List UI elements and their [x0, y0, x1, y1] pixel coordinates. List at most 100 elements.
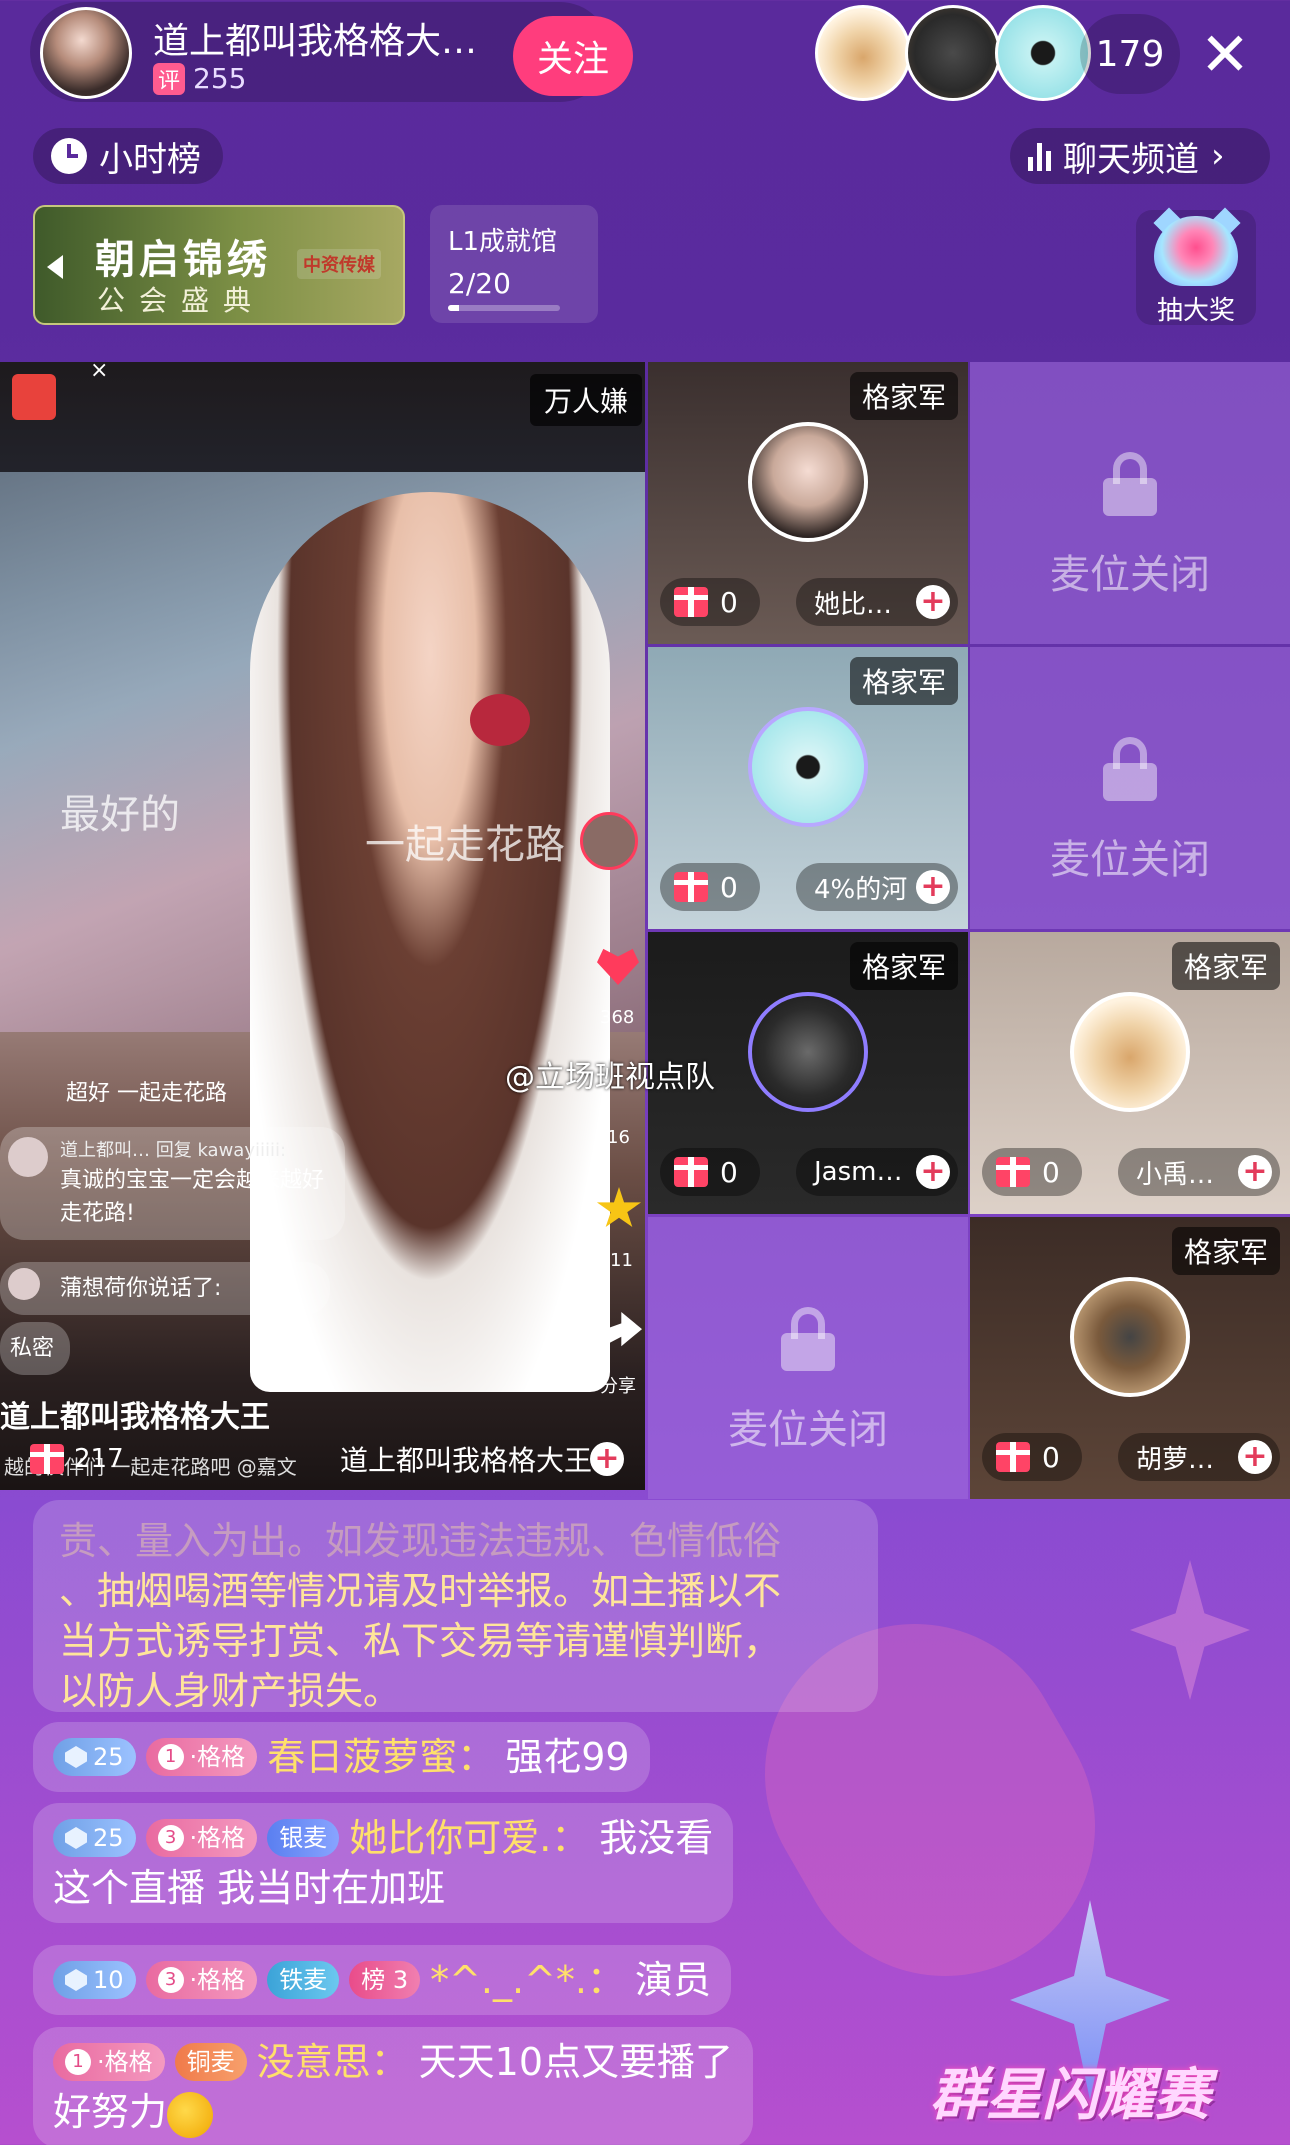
hour-rank-button[interactable]: 小时榜 — [33, 128, 223, 184]
share-label: 分享 — [600, 1376, 636, 1397]
add-icon[interactable]: + — [1238, 1440, 1272, 1474]
level-badge[interactable]: 25 — [53, 1819, 136, 1857]
avatar[interactable] — [1070, 992, 1190, 1112]
seat-user[interactable]: 4%的河 + — [796, 863, 958, 911]
close-icon[interactable]: × — [90, 362, 108, 383]
seat-closed-label: 麦位关闭 — [728, 1407, 888, 1453]
video-chat-line: 超好 一起走花路 — [66, 1081, 227, 1106]
mic-seat-closed[interactable]: 麦位关闭 — [970, 362, 1290, 644]
avatar[interactable] — [815, 5, 911, 101]
level-badge[interactable]: 10 — [53, 1961, 136, 1999]
event-logo[interactable]: 群星闪耀赛 — [930, 2050, 1210, 2131]
chat-message[interactable]: 25 1 ·格格 春日菠萝蜜： 强花99 — [33, 1722, 650, 1792]
lottery-label: 抽大奖 — [1156, 296, 1235, 326]
chat-channel-button[interactable]: 聊天频道 › — [1010, 128, 1270, 184]
notice-line: 、抽烟喝酒等情况请及时举报。如主播以不 — [59, 1569, 782, 1613]
host-video[interactable]: × 万人嫌 最好的 一起走花路 368 16 11 分享 超好 一起走花路 道上… — [0, 362, 645, 1490]
seat-gift-count[interactable]: 0 — [982, 1148, 1082, 1196]
seat-user-name: Jasm… — [814, 1157, 903, 1187]
chat-username[interactable]: 春日菠萝蜜： — [267, 1732, 495, 1782]
red-envelope-icon[interactable] — [12, 374, 56, 420]
lock-icon — [1103, 452, 1157, 516]
mic-badge[interactable]: 银麦 — [267, 1819, 340, 1857]
mic-badge-label: 银麦 — [279, 1824, 328, 1852]
seat-gift-count[interactable]: 0 — [660, 863, 760, 911]
add-icon[interactable]: + — [916, 1155, 950, 1189]
clock-icon — [51, 138, 87, 174]
avatar — [8, 1268, 40, 1300]
seat-user[interactable]: Jasm… + — [796, 1148, 958, 1196]
mic-seat[interactable]: 格家军 0 胡萝… + — [970, 1217, 1290, 1499]
seat-user[interactable]: 她比… + — [796, 578, 958, 626]
rank-badge[interactable]: 榜 3 — [349, 1961, 421, 1999]
seat-gift-count[interactable]: 0 — [660, 578, 760, 626]
gem-icon — [65, 1969, 87, 1991]
chat-username[interactable]: 她比你可爱.： — [349, 1813, 589, 1863]
add-icon[interactable]: + — [1238, 1155, 1272, 1189]
seat-user[interactable]: 小禹… + — [1118, 1148, 1280, 1196]
avatar[interactable] — [1070, 1277, 1190, 1397]
gift-icon — [674, 872, 708, 902]
avatar[interactable] — [905, 5, 1001, 101]
video-chat-bubble: 私密 — [0, 1322, 71, 1375]
gift-icon — [996, 1442, 1030, 1472]
gift-value: 0 — [1042, 1155, 1060, 1189]
host-name: 道上都叫我格格大… — [153, 21, 478, 62]
video-chat-bubble: 道上都叫… 回复 kawayiiiii: 真诚的宝宝一定会越来越好 走花路! — [0, 1127, 345, 1240]
achievement-card[interactable]: L1成就馆 2/20 — [430, 205, 598, 323]
chat-message[interactable]: 25 3 ·格格 银麦 她比你可爱.： 我没看 这个直播 我当时在加班 — [33, 1803, 734, 1923]
chat-username[interactable]: 没意思： — [257, 2037, 409, 2087]
seat-gift-count[interactable]: 0 — [982, 1433, 1082, 1481]
fan-badge[interactable]: 1 ·格格 — [145, 1738, 258, 1776]
video-chat-bubble: 蒲想荷你说话了: — [0, 1262, 330, 1315]
seat-gift-count[interactable]: 0 — [660, 1148, 760, 1196]
streamer-figure — [250, 492, 610, 1392]
bar-chart-icon — [1028, 141, 1051, 171]
seat-tag: 格家军 — [849, 657, 958, 705]
lottery-button[interactable]: 抽大奖 — [1136, 207, 1256, 326]
add-icon[interactable]: + — [916, 870, 950, 904]
fan-badge[interactable]: 3 ·格格 — [145, 1819, 258, 1857]
fan-badge[interactable]: 3 ·格格 — [145, 1961, 258, 1999]
gift-icon — [674, 1157, 708, 1187]
mic-seat-closed[interactable]: 麦位关闭 — [648, 1217, 968, 1499]
guild-event-banner[interactable]: 朝启锦绣 公会盛典 中资传媒 — [33, 205, 405, 325]
hour-rank-label: 小时榜 — [99, 139, 201, 180]
chat-message[interactable]: 10 3 ·格格 铁麦榜 3 *^._.^*.： 演员 — [33, 1945, 732, 2015]
mic-badge[interactable]: 铜麦 — [174, 2043, 247, 2081]
guild-logo: 中资传媒 — [297, 249, 381, 279]
host-info[interactable]: 道上都叫我格格大… 评 255 关注 — [30, 2, 633, 102]
avatar[interactable] — [580, 812, 638, 870]
seat-user[interactable]: 胡萝… + — [1118, 1433, 1280, 1481]
mic-seat-closed[interactable]: 麦位关闭 — [970, 647, 1290, 929]
mic-seat[interactable]: 格家军 0 她比… + — [648, 362, 968, 644]
watermark: @立场班视点队 — [505, 1060, 715, 1095]
fan-club: ·格格 — [189, 1966, 246, 1994]
mic-badge[interactable]: 铁麦 — [267, 1961, 340, 1999]
host-score-value: 255 — [193, 62, 247, 95]
avatar[interactable] — [995, 5, 1091, 101]
level-badge[interactable]: 25 — [53, 1738, 136, 1776]
rating-badge: 评 — [153, 62, 185, 95]
avatar[interactable] — [748, 992, 868, 1112]
chevron-left-icon[interactable] — [47, 255, 63, 279]
notice-line: 责、量入为出。如发现违法违规、色情低俗 — [59, 1519, 782, 1563]
viewer-count[interactable]: 179 — [1080, 14, 1180, 94]
fan-club: ·格格 — [189, 1824, 246, 1852]
follow-button[interactable]: 关注 — [513, 16, 633, 96]
mic-seat[interactable]: 格家军 0 4%的河 + — [648, 647, 968, 929]
chat-username[interactable]: *^._.^*.： — [430, 1955, 625, 2005]
video-chat-body: 真诚的宝宝一定会越来越好 走花路! — [60, 1168, 325, 1226]
progress-fill — [448, 305, 460, 311]
level-value: 25 — [93, 1743, 124, 1771]
host-avatar[interactable] — [40, 7, 132, 99]
close-icon[interactable]: ✕ — [1195, 20, 1255, 90]
avatar[interactable] — [748, 422, 868, 542]
fan-badge[interactable]: 1 ·格格 — [53, 2043, 165, 2081]
mic-seat[interactable]: 格家军 0 小禹… + — [970, 932, 1290, 1214]
video-footer: 越的伙伴们 一起走花路吧 @嘉文 — [0, 1440, 645, 1490]
add-icon[interactable]: + — [916, 585, 950, 619]
avatar[interactable] — [748, 707, 868, 827]
guild-subtitle: 公会盛典 — [97, 284, 266, 317]
chat-message[interactable]: 1 ·格格 铜麦 没意思： 天天10点又要播了 好努力 — [33, 2027, 754, 2145]
